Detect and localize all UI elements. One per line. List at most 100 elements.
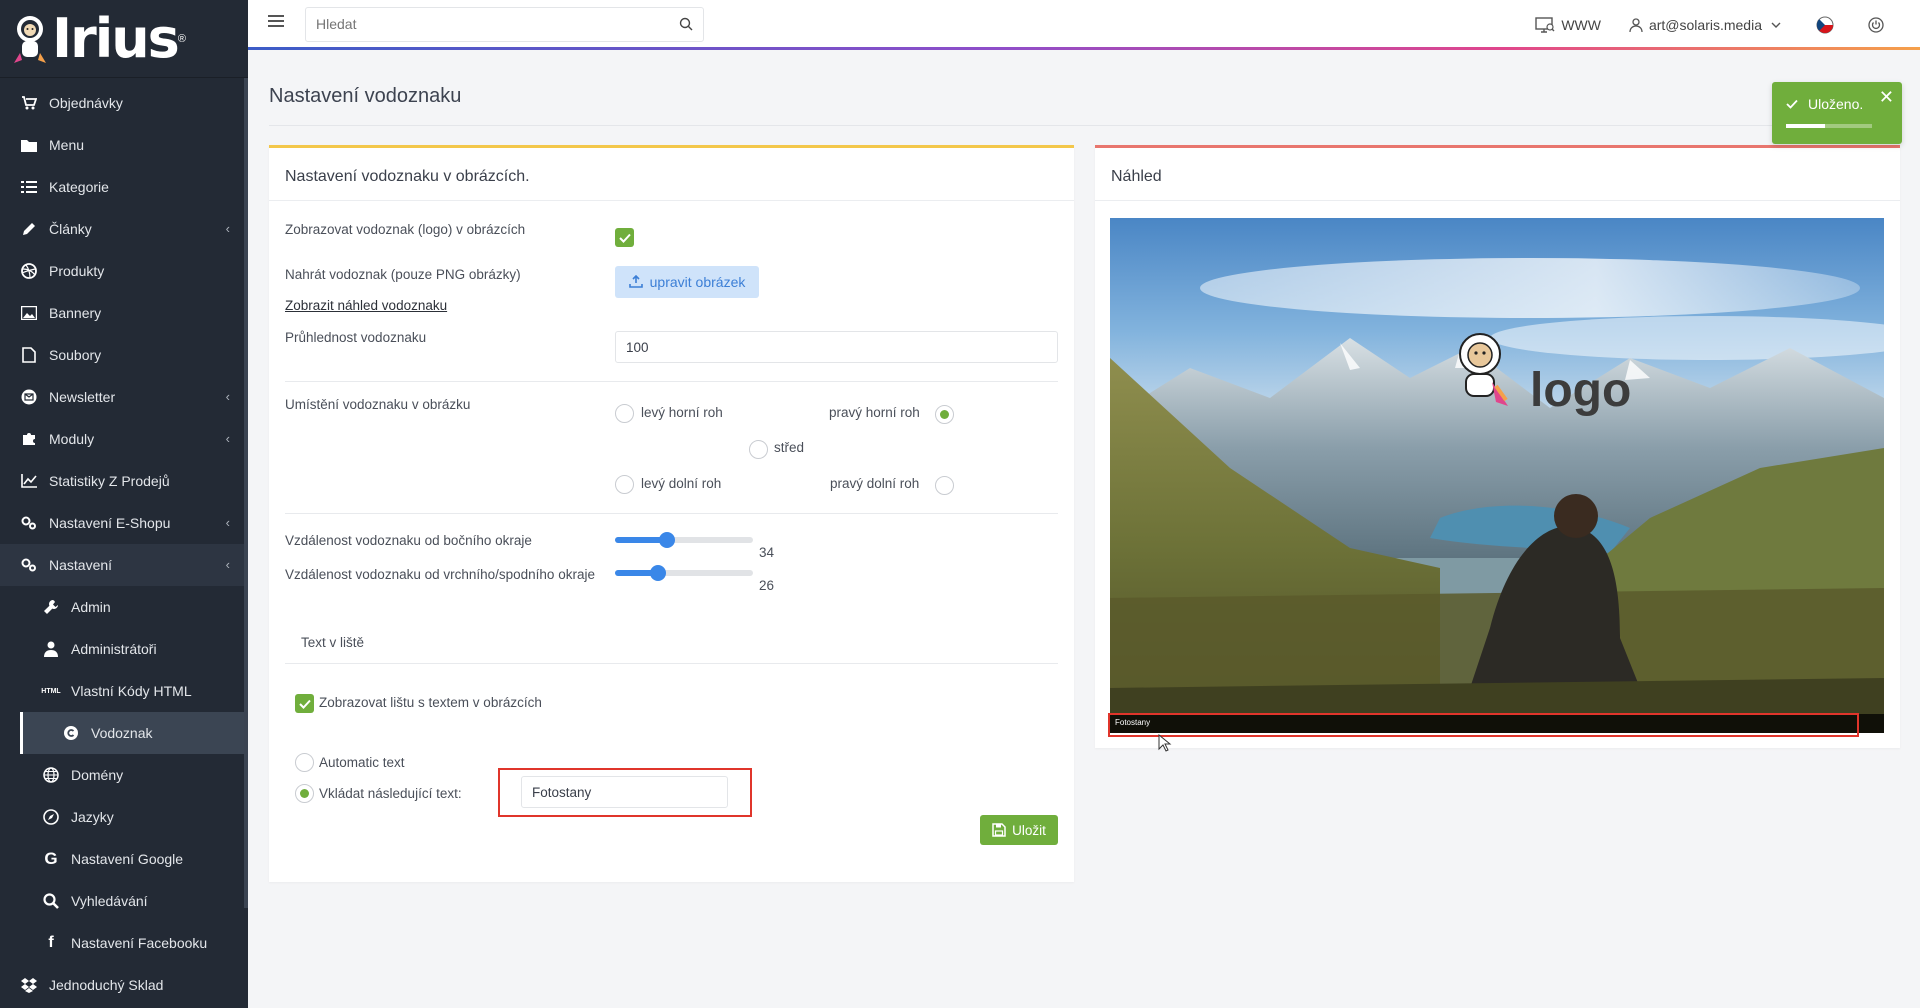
dribbble-icon: [19, 261, 39, 281]
sidebar-item-jednoduchy-sklad[interactable]: Jednoduchý Sklad: [0, 964, 248, 1006]
show-watermark-label: Zobrazovat vodoznak (logo) v obrázcích: [285, 222, 526, 237]
sidebar-item-nastaveni-eshopu[interactable]: Nastavení E-Shopu ‹: [0, 502, 248, 544]
sidebar-item-label: Vodoznak: [91, 725, 153, 741]
show-preview-link[interactable]: Zobrazit náhled vodoznaku: [285, 298, 447, 313]
sidebar-subitem-vlastni-kody[interactable]: HTML Vlastní Kódy HTML: [0, 670, 248, 712]
user-icon: [41, 639, 61, 659]
chevron-left-icon: ‹: [225, 431, 230, 446]
preview-title: Náhled: [1095, 148, 1900, 201]
sidebar-item-clanky[interactable]: Články ‹: [0, 208, 248, 250]
sidebar-item-label: Jazyky: [71, 809, 114, 825]
show-text-bar-label: Zobrazovat lištu s textem v obrázcích: [319, 695, 542, 710]
facebook-icon: f: [48, 934, 54, 951]
wrench-icon: [41, 597, 61, 617]
highlight-box: [498, 768, 752, 817]
position-top-right-radio[interactable]: [935, 405, 954, 424]
position-bottom-left-radio[interactable]: [615, 475, 634, 494]
check-icon: [1786, 99, 1798, 109]
brand-logo[interactable]: Irius ®: [0, 0, 248, 78]
sidebar-item-soubory[interactable]: Soubory: [0, 334, 248, 376]
sidebar-item-menu[interactable]: Menu: [0, 124, 248, 166]
power-icon: [1868, 17, 1884, 33]
opacity-input[interactable]: [615, 331, 1058, 363]
dropbox-icon: [19, 975, 39, 995]
folder-icon: [19, 135, 39, 155]
sidebar-subitem-facebook[interactable]: f Nastavení Facebooku: [0, 922, 248, 964]
list-icon: [19, 177, 39, 197]
sidebar-subitem-google[interactable]: G Nastavení Google: [0, 838, 248, 880]
sidebar-subitem-vyhledavani[interactable]: Vyhledávání: [0, 880, 248, 922]
sidebar-item-produkty[interactable]: Produkty: [0, 250, 248, 292]
show-watermark-checkbox[interactable]: [615, 228, 634, 247]
sidebar-subitem-admin[interactable]: Admin: [0, 586, 248, 628]
slider-handle[interactable]: [659, 532, 675, 548]
logout-button[interactable]: [1868, 17, 1890, 33]
czech-flag-icon: [1816, 16, 1834, 34]
user-icon: [1629, 18, 1643, 32]
user-menu[interactable]: art@solaris.media: [1629, 17, 1788, 33]
top-distance-slider[interactable]: [615, 565, 753, 581]
close-icon[interactable]: ✕: [1879, 88, 1894, 106]
user-email: art@solaris.media: [1648, 17, 1762, 33]
chevron-left-icon: ‹: [225, 221, 230, 236]
save-button[interactable]: Uložit: [980, 815, 1058, 845]
preview-image: logo Fotostany: [1110, 218, 1884, 733]
landscape-illustration: [1110, 258, 1884, 733]
divider: [285, 381, 1058, 382]
toast-text: Uloženo.: [1808, 96, 1864, 112]
sidebar-subitem-jazyky[interactable]: Jazyky: [0, 796, 248, 838]
sidebar-item-statistiky[interactable]: Statistiky Z Prodejů: [0, 460, 248, 502]
sidebar-subitem-vodoznak[interactable]: Vodoznak: [20, 712, 248, 754]
position-top-left-radio[interactable]: [615, 404, 634, 423]
cart-icon: [19, 93, 39, 113]
card-title: Nastavení vodoznaku v obrázcích.: [269, 148, 1074, 201]
save-button-label: Uložit: [1012, 822, 1046, 838]
hamburger-menu-icon[interactable]: [268, 15, 284, 31]
sidebar-item-label: Články: [49, 221, 92, 237]
sidebar-scrollbar[interactable]: [244, 78, 248, 908]
google-icon: G: [44, 849, 58, 868]
show-text-bar-checkbox[interactable]: [295, 694, 314, 713]
chevron-down-icon: [1771, 22, 1781, 28]
pencil-icon: [19, 219, 39, 239]
upload-image-button[interactable]: upravit obrázek: [615, 266, 759, 298]
watermark-logo-text: logo: [1530, 364, 1632, 417]
sidebar-nav: Objednávky Menu Kategorie Články ‹ Produ…: [0, 78, 248, 1006]
www-link[interactable]: WWW: [1535, 17, 1601, 33]
sidebar-item-label: Vlastní Kódy HTML: [71, 683, 192, 699]
sidebar-subitem-administratori[interactable]: Administrátoři: [0, 628, 248, 670]
text-bar-section-label: Text v liště: [301, 635, 365, 650]
sidebar-item-newsletter[interactable]: Newsletter ‹: [0, 376, 248, 418]
sidebar-item-nastaveni[interactable]: Nastavení ‹: [0, 544, 248, 586]
sidebar-item-label: Menu: [49, 137, 85, 153]
sidebar-item-bannery[interactable]: Bannery: [0, 292, 248, 334]
check-icon: [298, 699, 311, 709]
html-icon: HTML: [41, 687, 61, 695]
sidebar-item-label: Vyhledávání: [71, 893, 148, 909]
position-center-radio[interactable]: [749, 440, 768, 459]
position-bottom-right-radio[interactable]: [935, 476, 954, 495]
search-input[interactable]: [306, 8, 646, 40]
sidebar-item-objednavky[interactable]: Objednávky: [0, 82, 248, 124]
top-bar: WWW art@solaris.media: [248, 0, 1920, 50]
position-top-left-label: levý horní roh: [641, 405, 723, 420]
sidebar-item-label: Nastavení Facebooku: [71, 935, 208, 951]
watermark-settings-card: Nastavení vodoznaku v obrázcích. Zobrazo…: [269, 145, 1074, 882]
language-switch[interactable]: [1816, 16, 1840, 34]
sidebar-item-label: Kategorie: [49, 179, 109, 195]
search-icon[interactable]: [679, 17, 693, 31]
sidebar-item-kategorie[interactable]: Kategorie: [0, 166, 248, 208]
upload-image-label: upravit obrázek: [649, 274, 746, 290]
search-icon: [41, 891, 61, 911]
side-distance-slider[interactable]: [615, 532, 753, 548]
sidebar-item-label: Jednoduchý Sklad: [49, 977, 164, 993]
custom-text-radio[interactable]: [295, 784, 314, 803]
sidebar-subitem-domeny[interactable]: Domény: [0, 754, 248, 796]
slider-handle[interactable]: [650, 565, 666, 581]
sidebar-item-moduly[interactable]: Moduly ‹: [0, 418, 248, 460]
auto-text-radio[interactable]: [295, 753, 314, 772]
cogs-icon: [19, 513, 39, 533]
chevron-left-icon: ‹: [225, 515, 230, 530]
puzzle-icon: [19, 429, 39, 449]
success-toast: Uloženo. ✕: [1772, 82, 1902, 144]
